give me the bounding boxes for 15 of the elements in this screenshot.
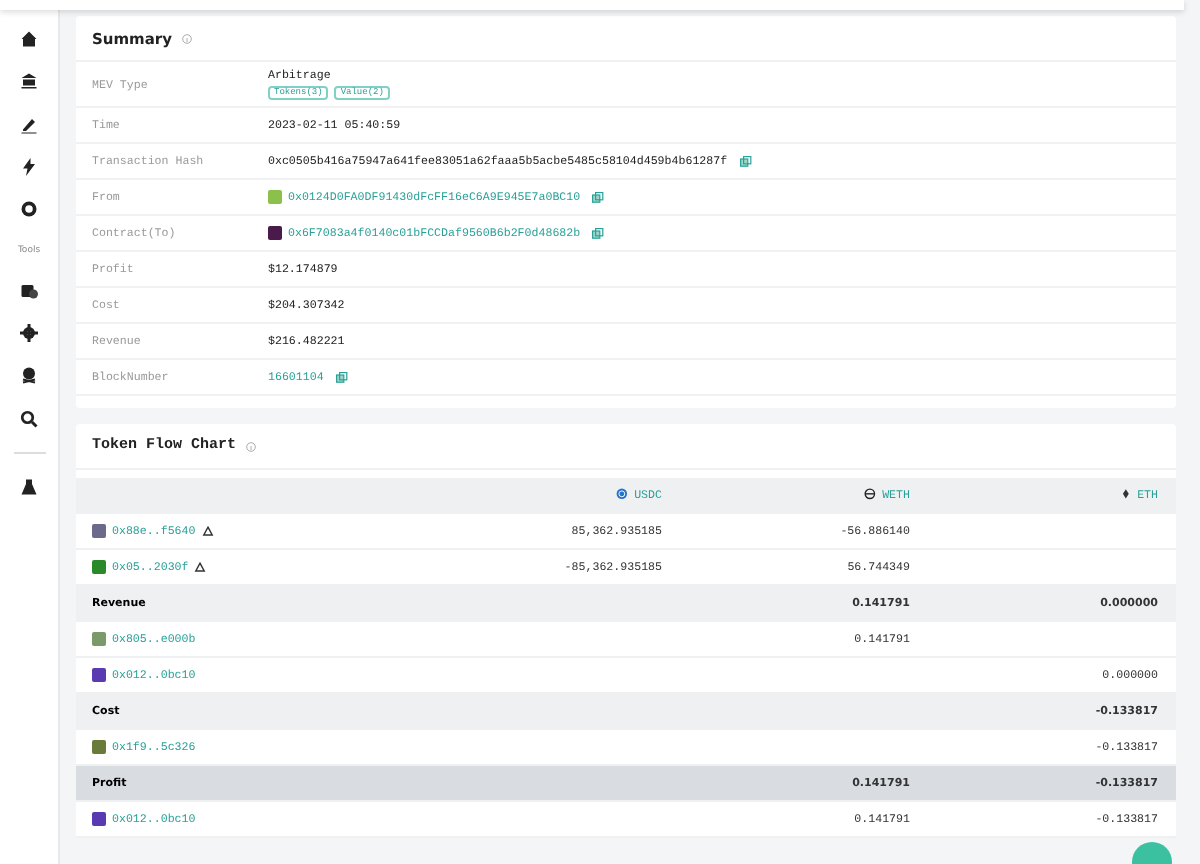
- search-icon[interactable]: [20, 409, 38, 428]
- copy-icon[interactable]: [335, 371, 348, 383]
- pen-icon[interactable]: [20, 115, 38, 134]
- copy-icon[interactable]: [739, 155, 752, 167]
- weth-icon[interactable]: [864, 488, 879, 502]
- bank-icon[interactable]: [20, 72, 38, 91]
- flask-icon[interactable]: [20, 478, 38, 497]
- bolt-icon[interactable]: [20, 157, 38, 176]
- usdc-icon[interactable]: [616, 488, 631, 502]
- stack-icon[interactable]: [20, 281, 38, 300]
- copy-icon[interactable]: [592, 227, 605, 239]
- coin-icon[interactable]: [20, 200, 38, 219]
- home-icon[interactable]: [20, 30, 38, 48]
- copy-icon[interactable]: [592, 191, 605, 203]
- eth-icon[interactable]: [1119, 488, 1134, 502]
